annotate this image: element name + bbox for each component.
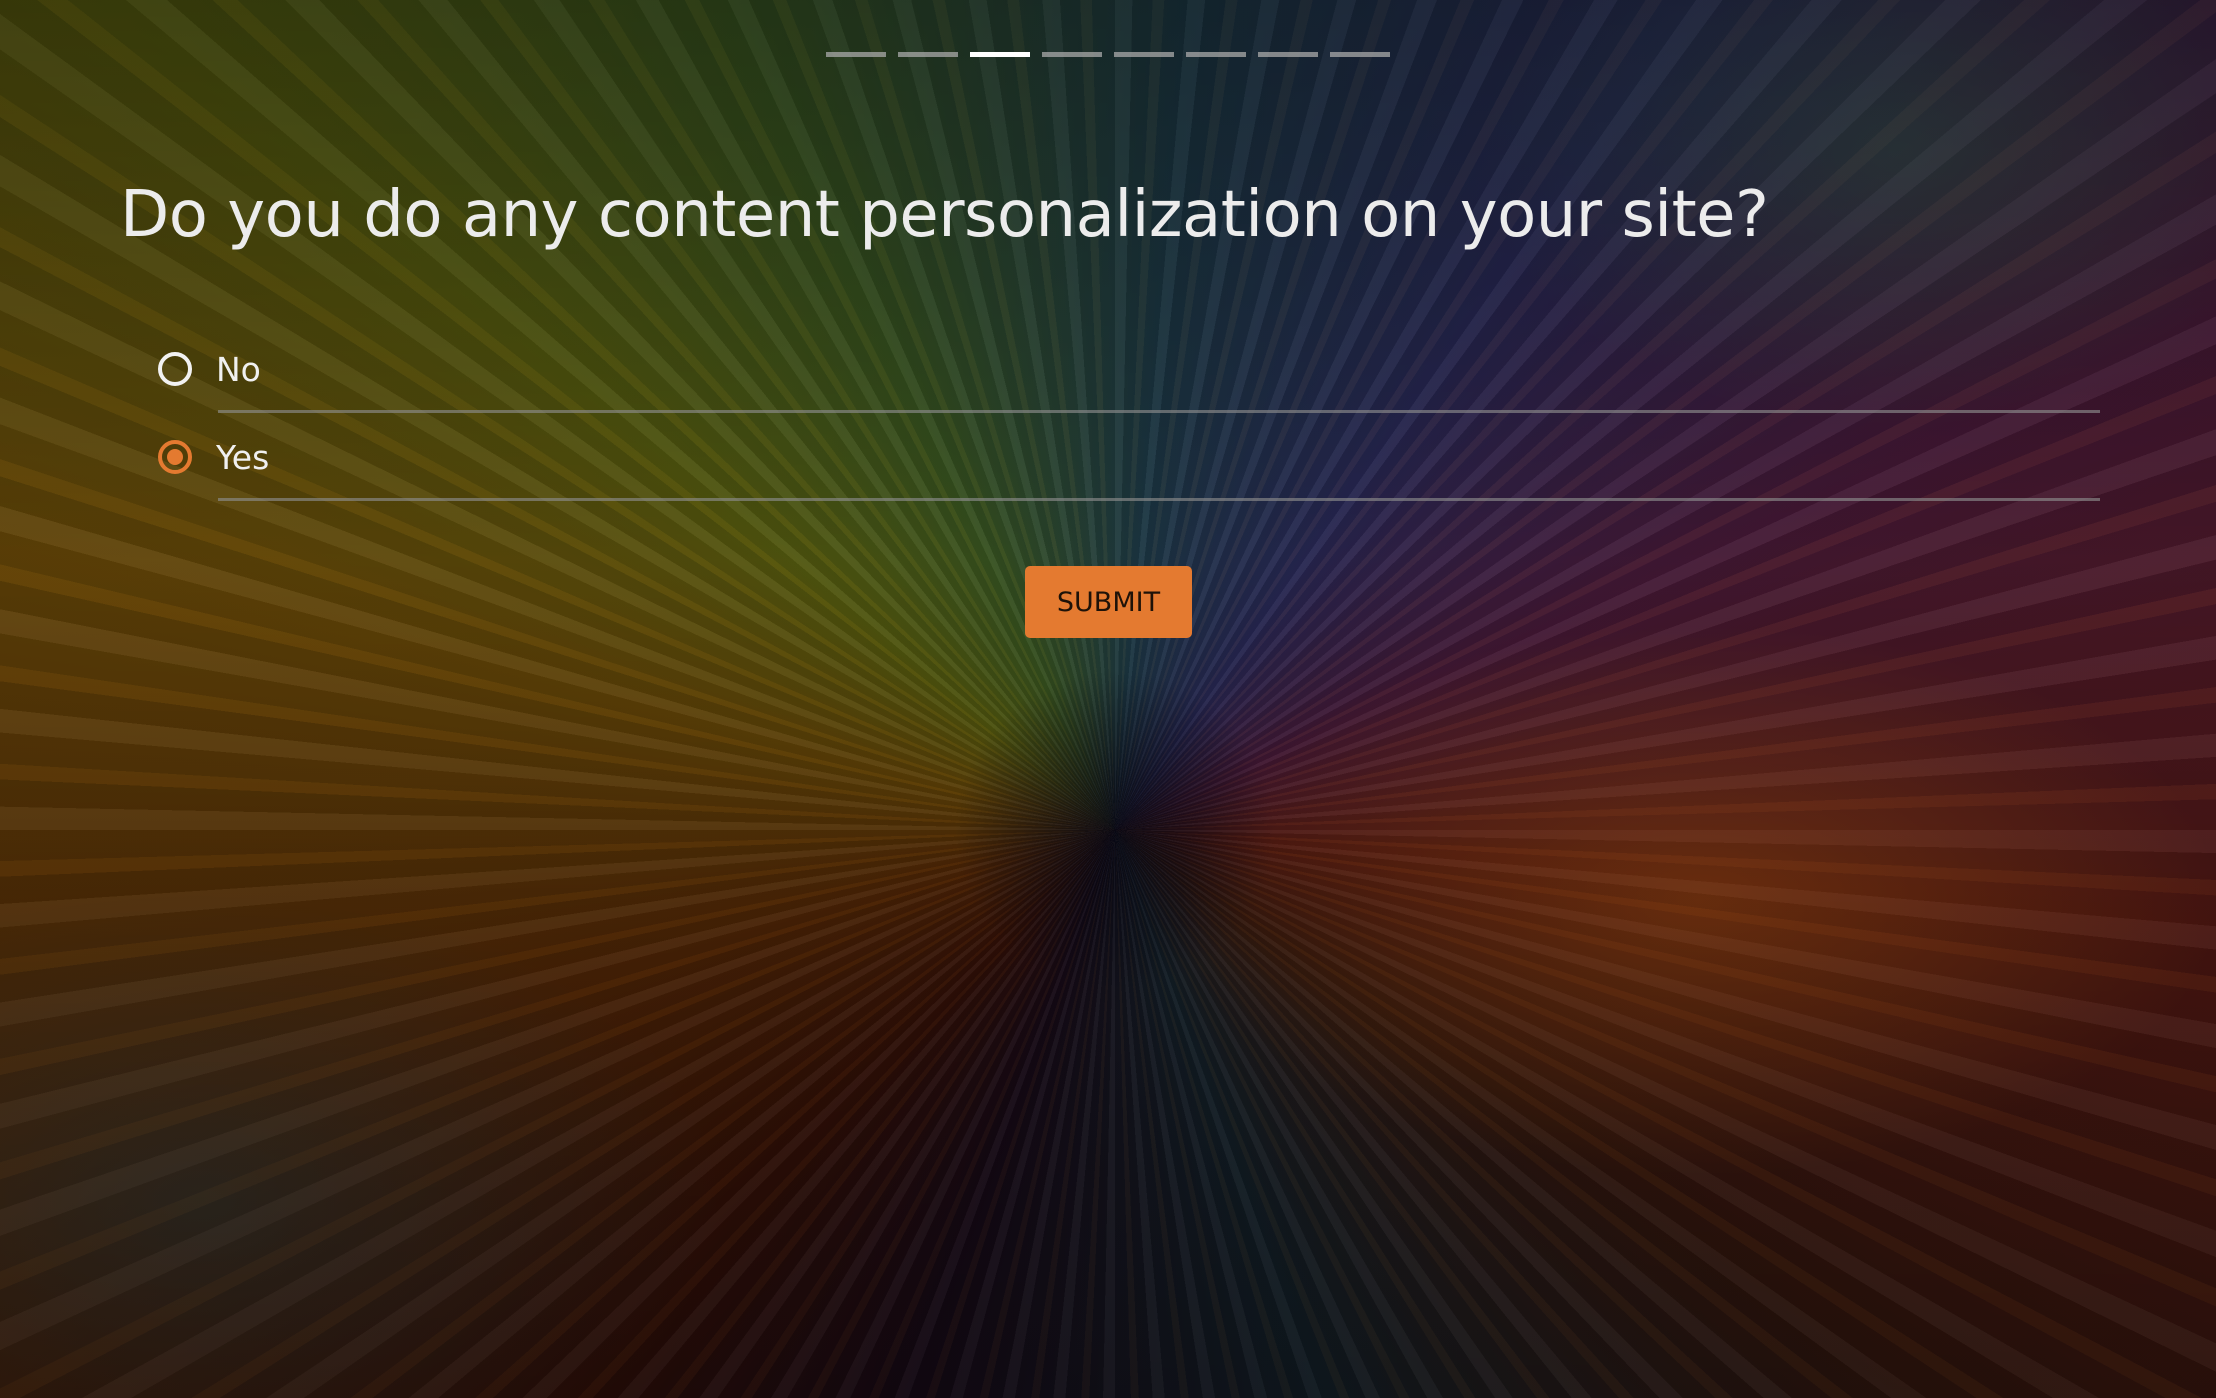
progress-step-5 [1114, 52, 1174, 57]
progress-step-1 [826, 52, 886, 57]
option-yes-label[interactable]: Yes [216, 438, 269, 477]
radio-no[interactable] [158, 352, 192, 386]
option-no[interactable]: No [158, 325, 2100, 413]
radio-yes[interactable] [158, 440, 192, 474]
progress-step-4 [1042, 52, 1102, 57]
progress-step-7 [1258, 52, 1318, 57]
progress-step-3 [970, 52, 1030, 57]
option-no-label[interactable]: No [216, 350, 261, 389]
option-divider [218, 498, 2100, 501]
option-yes[interactable]: Yes [158, 413, 2100, 501]
radio-selected-dot [167, 449, 183, 465]
progress-indicator [826, 52, 1390, 57]
answer-options: No Yes [158, 325, 2100, 501]
progress-step-8 [1330, 52, 1390, 57]
survey-page: Do you do any content personalization on… [0, 0, 2216, 1398]
progress-step-2 [898, 52, 958, 57]
progress-step-6 [1186, 52, 1246, 57]
question-title: Do you do any content personalization on… [120, 178, 1769, 252]
submit-button[interactable]: SUBMIT [1025, 566, 1192, 638]
